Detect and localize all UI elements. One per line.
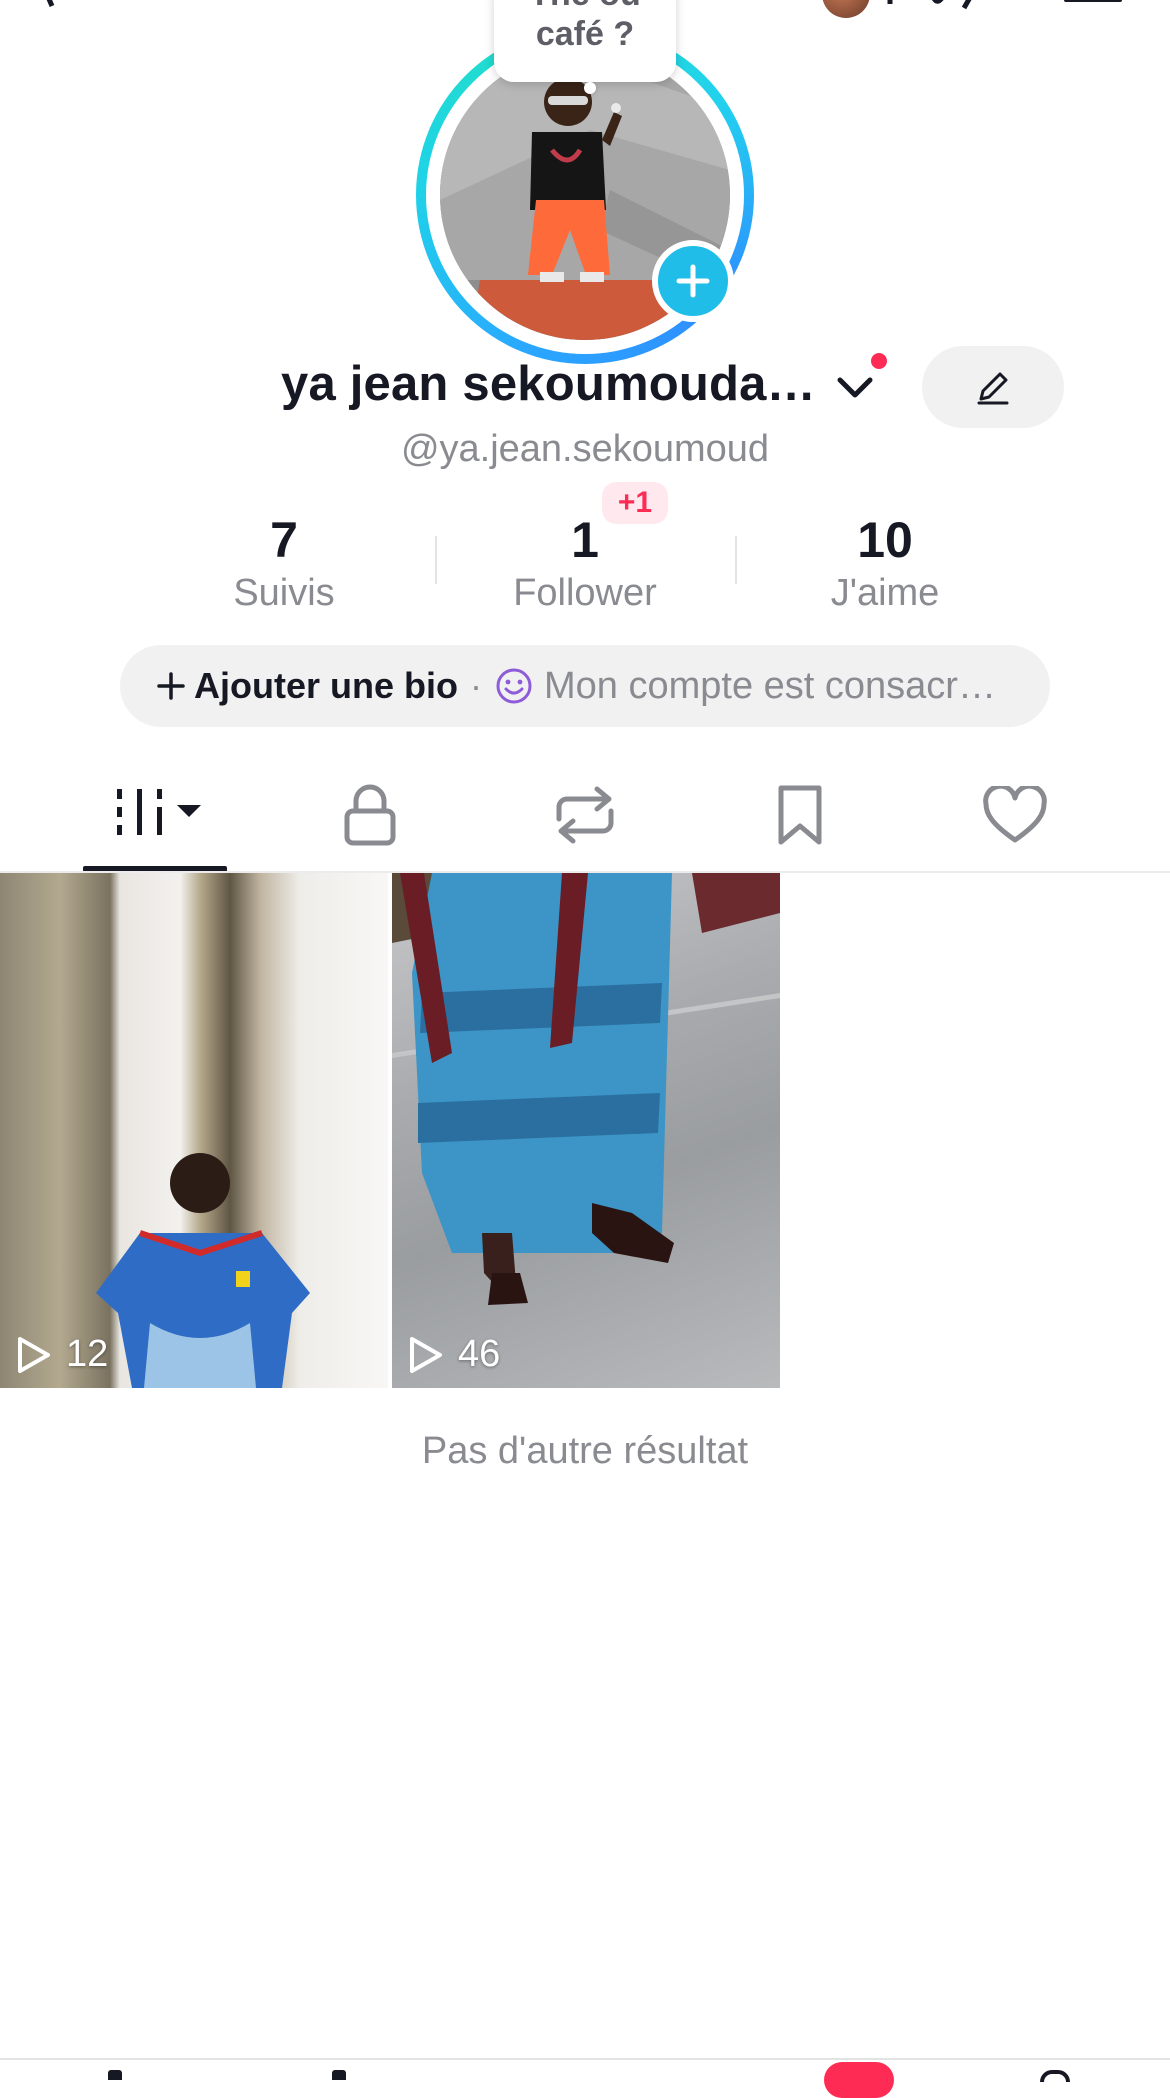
- tab-favorites[interactable]: [760, 775, 840, 855]
- smiley-icon: [496, 668, 532, 704]
- menu-icon[interactable]: [1064, 0, 1122, 2]
- followers-stat[interactable]: 1 Follower: [435, 510, 735, 614]
- tab-videos[interactable]: [115, 775, 207, 855]
- bubble-tail: [584, 82, 596, 94]
- bio-separator: ·: [470, 665, 482, 706]
- tab-private[interactable]: [330, 775, 410, 855]
- likes-label: J'aime: [830, 572, 940, 614]
- view-count-text: 46: [458, 1333, 501, 1375]
- following-stat[interactable]: 7 Suivis: [134, 510, 434, 614]
- bottom-nav-divider: [0, 2058, 1170, 2060]
- video-view-count: 12: [16, 1333, 108, 1376]
- friends-icon[interactable]: [332, 2070, 346, 2080]
- profile-display-name[interactable]: ya jean sekoumouda…: [281, 356, 816, 412]
- inbox-notification-badge[interactable]: [824, 2062, 894, 2098]
- tab-reposts[interactable]: [545, 775, 625, 855]
- video-thumbnail[interactable]: 12: [0, 873, 388, 1388]
- top-avatar[interactable]: [822, 0, 870, 18]
- bio-preview: Mon compte est consacr…: [544, 664, 996, 707]
- add-bio-button[interactable]: Ajouter une bio · Mon compte est consacr…: [120, 645, 1050, 727]
- following-label: Suivis: [233, 572, 335, 614]
- pencil-icon: [977, 372, 1009, 405]
- likes-stat[interactable]: 10 J'aime: [735, 510, 1035, 614]
- edit-profile-button[interactable]: [922, 346, 1064, 428]
- home-icon[interactable]: [108, 2070, 122, 2080]
- followers-count: 1: [571, 512, 599, 568]
- caret-down-icon: [177, 805, 201, 817]
- following-count: 7: [270, 512, 298, 568]
- video-view-count: 46: [408, 1333, 500, 1376]
- video-thumbnail-image: [96, 1153, 310, 1388]
- end-of-results-text: Pas d'autre résultat: [421, 1430, 749, 1472]
- repost-icon: [556, 786, 614, 844]
- chevron-down-icon[interactable]: [832, 368, 878, 408]
- note-line-1: Thé ou: [494, 0, 676, 14]
- lock-icon: [344, 784, 396, 846]
- grid-icon: [117, 789, 201, 835]
- profile-handle: @ya.jean.sekoumoud: [400, 428, 770, 470]
- bookmark-icon: [778, 785, 822, 845]
- profile-icon[interactable]: [1040, 2070, 1070, 2082]
- play-icon: [18, 1336, 50, 1373]
- add-bio-label: Ajouter une bio: [194, 665, 458, 706]
- view-count-text: 12: [66, 1333, 109, 1375]
- video-thumbnail[interactable]: 46: [392, 873, 780, 1388]
- top-bar-icons[interactable]: [880, 0, 1000, 12]
- play-icon: [410, 1336, 442, 1373]
- note-line-2: café ?: [535, 15, 635, 53]
- heart-icon: [983, 786, 1047, 843]
- plus-icon: [676, 264, 710, 298]
- avatar-note-bubble[interactable]: Thé ou café ?: [494, 0, 676, 82]
- followers-label: Follower: [513, 572, 657, 614]
- tab-liked[interactable]: [975, 775, 1055, 855]
- top-bar-glyph: [46, 0, 55, 7]
- video-thumbnail-image: [392, 873, 780, 1305]
- notification-dot: [868, 350, 890, 372]
- add-story-button[interactable]: [652, 240, 734, 322]
- plus-icon: [157, 672, 185, 700]
- likes-count: 10: [857, 512, 913, 568]
